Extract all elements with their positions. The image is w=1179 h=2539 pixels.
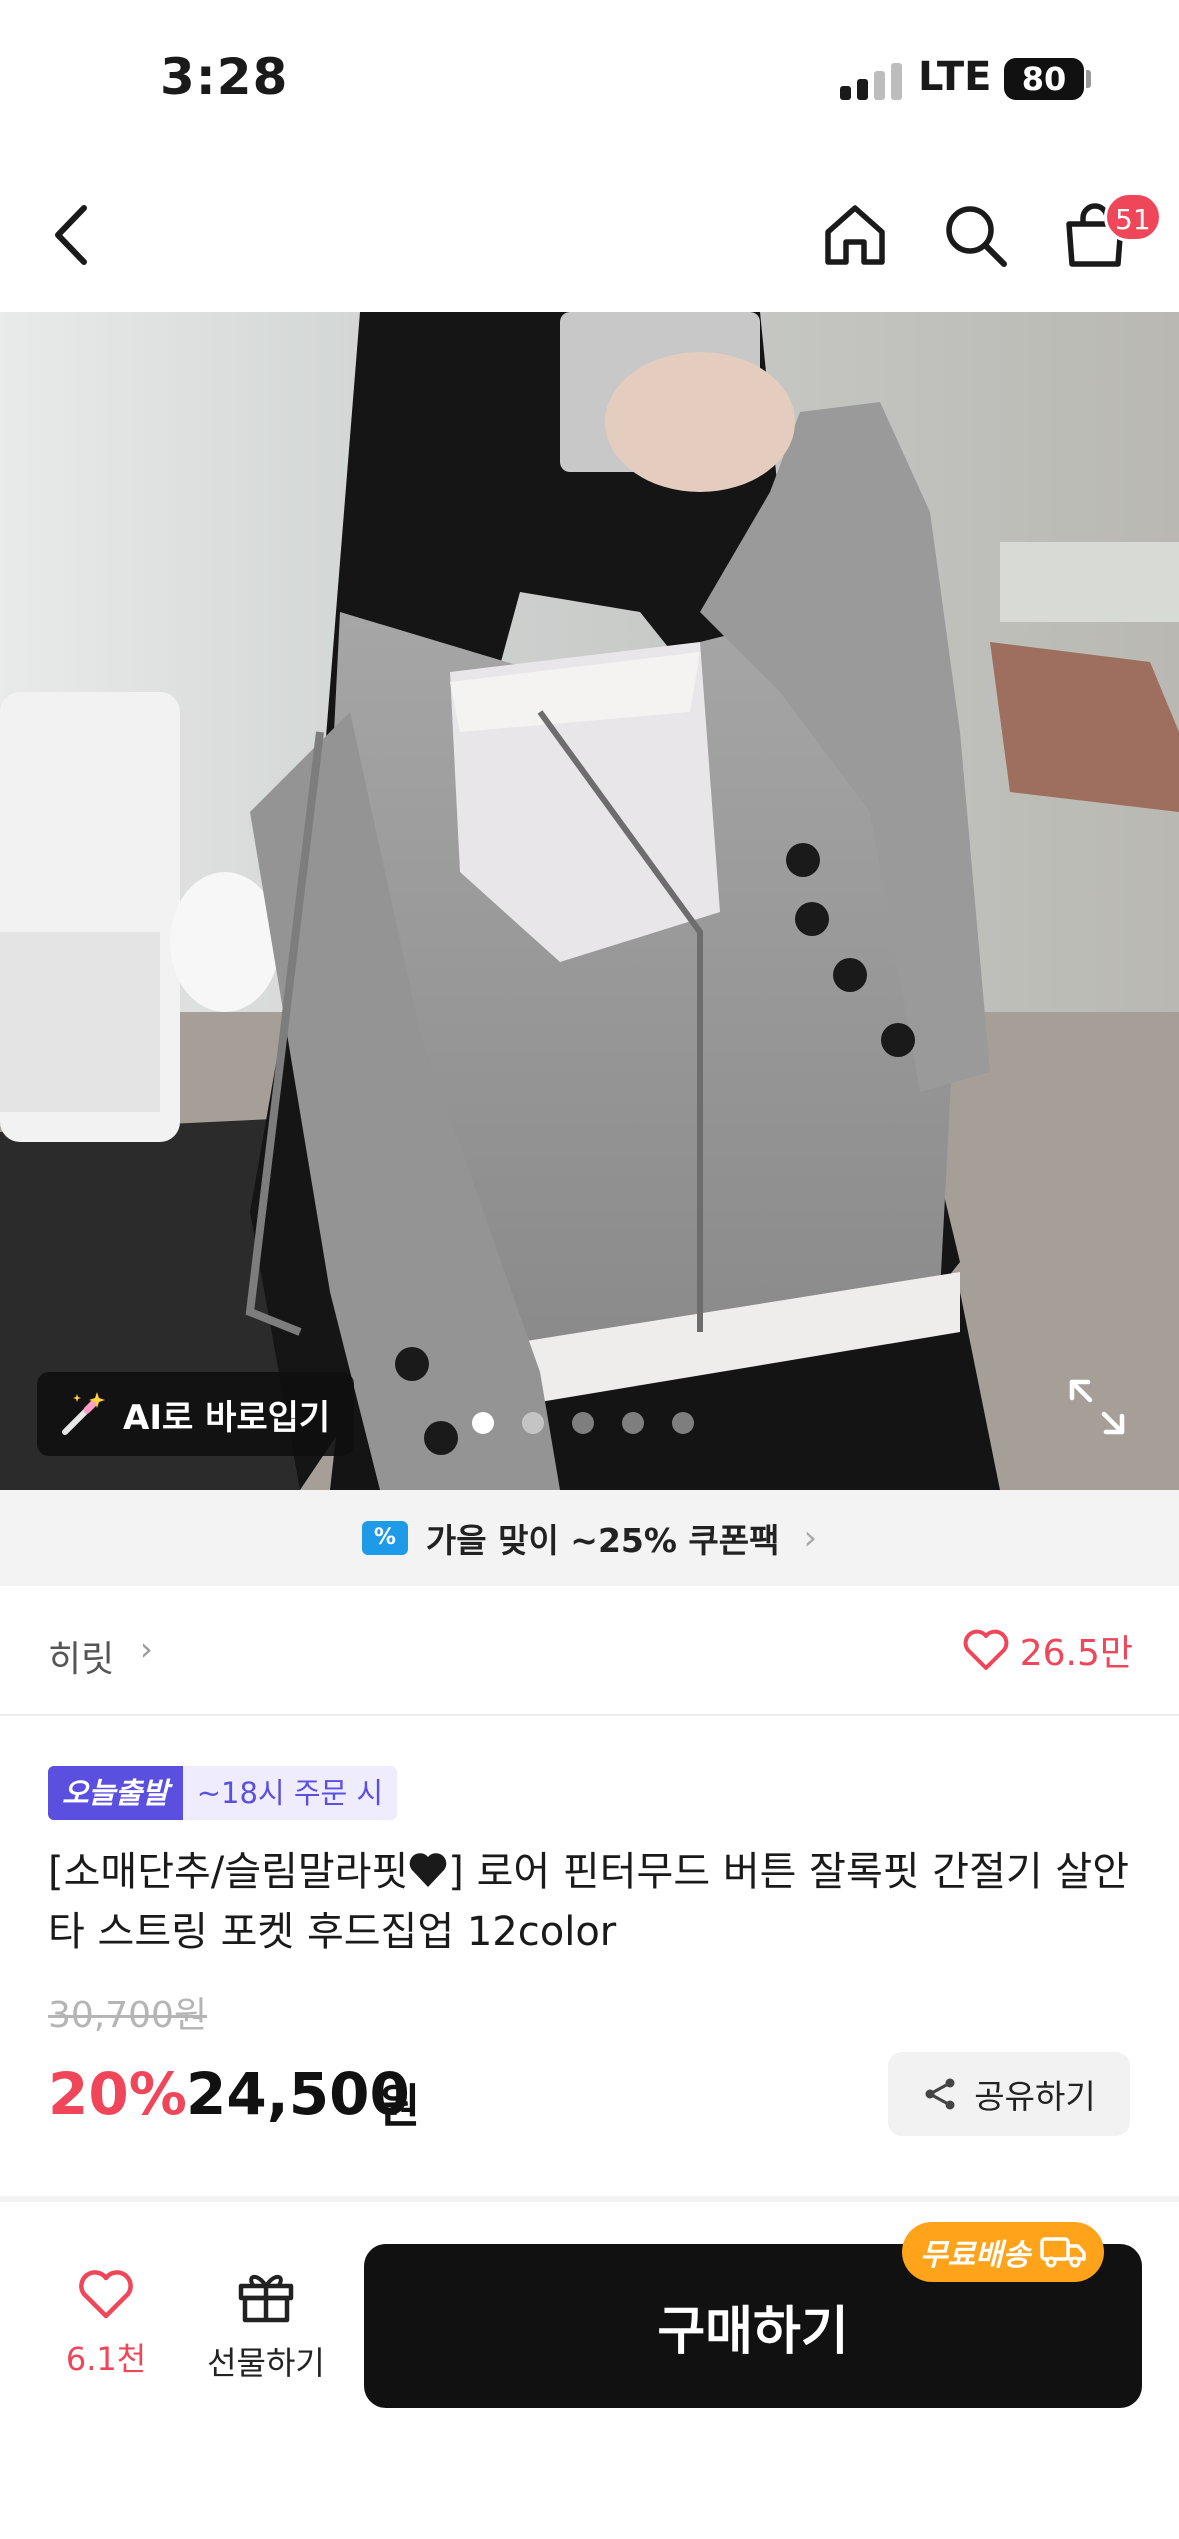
signal-icon: [840, 62, 902, 100]
share-button[interactable]: 공유하기: [888, 2052, 1130, 2136]
delivery-badge: 오늘출발 ~18시 주문 시: [48, 1766, 398, 1820]
like-button[interactable]: 26.5만: [962, 1624, 1133, 1676]
free-shipping-badge: 무료배송: [902, 2222, 1105, 2282]
chevron-right-icon: ›: [140, 1630, 153, 1668]
like-count: 26.5만: [1019, 1633, 1133, 1674]
status-time: 3:28: [160, 48, 289, 106]
discount-rate: 20%: [48, 2060, 187, 2128]
page-dot-2[interactable]: [522, 1412, 544, 1434]
search-icon: [946, 206, 1007, 267]
coupon-icon: %: [361, 1521, 408, 1555]
page-dot-5[interactable]: [672, 1412, 694, 1434]
home-icon: [825, 205, 885, 265]
battery-icon: 80: [1004, 58, 1084, 100]
cart-count-badge: 51: [1104, 192, 1162, 242]
share-label: 공유하기: [974, 2077, 1096, 2116]
gift-icon: [238, 2274, 294, 2323]
product-title: [소매단추/슬림말라핏] 로어 핀터무드 버튼 잘록핏 간절기 살안타 스트링 …: [48, 1842, 1138, 1962]
status-bar: 3:28 LTE 80: [0, 0, 1179, 160]
page-dot-4[interactable]: [622, 1412, 644, 1434]
order-cutoff-badge: ~18시 주문 시: [182, 1766, 398, 1820]
ai-try-on-label: AI로 바로입기: [123, 1397, 331, 1438]
back-button[interactable]: [26, 190, 116, 280]
search-button[interactable]: [930, 190, 1020, 280]
page-dot-1[interactable]: [472, 1412, 494, 1434]
network-label: LTE: [918, 54, 992, 100]
today-delivery-badge: 오늘출발: [48, 1766, 183, 1820]
wishlist-button[interactable]: 6.1천: [46, 2268, 166, 2380]
wishlist-count: 6.1천: [65, 2340, 147, 2378]
share-icon: [925, 2078, 955, 2110]
expand-icon[interactable]: [1068, 1378, 1126, 1436]
sale-price: 24,500: [186, 2060, 410, 2128]
delivery-truck-icon: [1040, 2237, 1087, 2268]
page-dot-3[interactable]: [572, 1412, 594, 1434]
original-price: 30,700원: [48, 1995, 208, 2036]
heart-outline-icon: [79, 2270, 133, 2319]
brand-row: 히릿 › 26.5만: [0, 1586, 1179, 1716]
nav-bar: [0, 160, 1179, 312]
product-title-prefix: [소매단추/슬림말라핏: [48, 1849, 409, 1895]
chevron-right-icon: ›: [803, 1518, 818, 1558]
gallery-page-indicator: [472, 1412, 694, 1434]
magic-wand-icon: [62, 1392, 105, 1435]
product-photo: [0, 312, 1179, 1490]
chevron-left-icon: [55, 205, 87, 265]
heart-outline-icon: [963, 1629, 1009, 1670]
ai-try-on-button[interactable]: AI로 바로입기: [37, 1372, 355, 1456]
brand-name[interactable]: 히릿: [48, 1630, 114, 1682]
black-heart-icon: [409, 1853, 447, 1887]
home-button[interactable]: [810, 190, 900, 280]
coupon-banner[interactable]: % 가을 맞이 ~25% 쿠폰팩 ›: [0, 1490, 1179, 1586]
gift-button[interactable]: 선물하기: [192, 2268, 340, 2384]
product-image[interactable]: [0, 312, 1179, 1490]
coupon-text: 가을 맞이 ~25% 쿠폰팩: [425, 1521, 780, 1560]
gift-label: 선물하기: [207, 2344, 325, 2382]
free-shipping-label: 무료배송: [920, 2238, 1031, 2273]
battery-tip: [1086, 70, 1091, 88]
sale-price-unit: 원: [378, 2079, 421, 2133]
